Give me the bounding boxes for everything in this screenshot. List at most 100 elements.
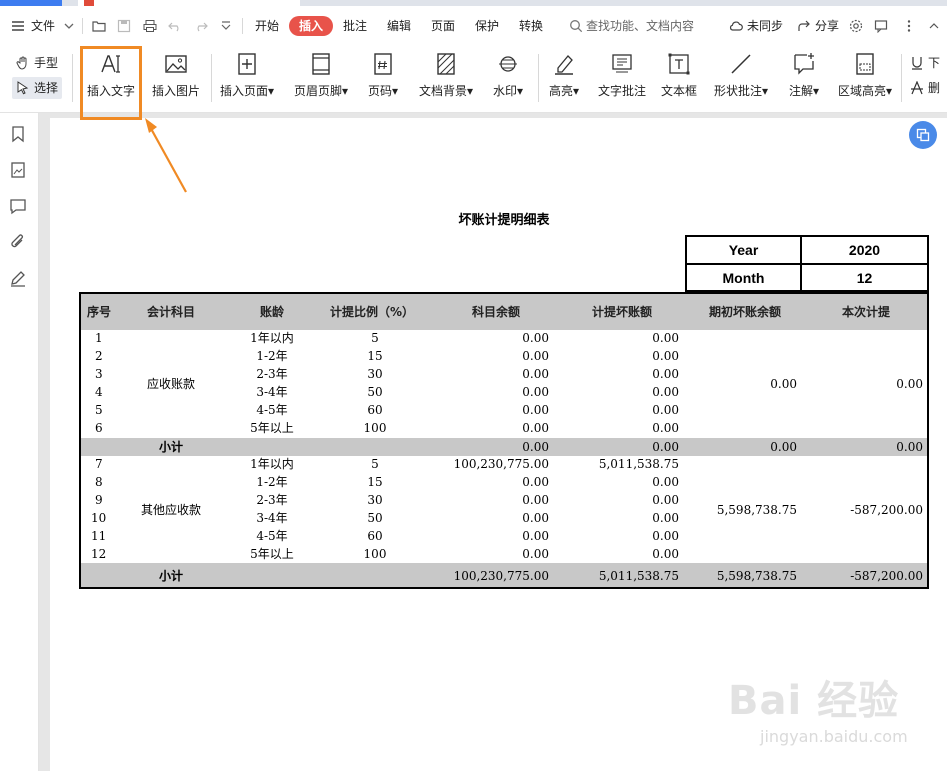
tab-start[interactable]: 开始 xyxy=(255,6,279,46)
row-age: 1年以内 xyxy=(250,457,294,471)
collapse-ribbon-icon[interactable] xyxy=(927,19,941,33)
bookmark-icon[interactable] xyxy=(9,125,27,143)
subtotal-label: 小计 xyxy=(158,440,183,454)
convert-float-button[interactable] xyxy=(909,121,937,149)
signature-icon[interactable] xyxy=(9,269,27,287)
row-balance: 0.00 xyxy=(522,511,549,525)
row-balance: 0.00 xyxy=(522,367,549,381)
row-age: 1-2年 xyxy=(256,475,288,489)
watermark-button[interactable]: 水印▾ xyxy=(486,48,530,104)
page-number-icon xyxy=(374,53,392,75)
share-icon[interactable] xyxy=(797,19,811,33)
more-options-icon[interactable] xyxy=(902,19,916,33)
year-label: Year xyxy=(728,242,759,258)
file-menu[interactable]: 文件 xyxy=(31,6,55,46)
feedback-icon[interactable] xyxy=(874,19,888,33)
area-highlight-button[interactable]: 区域高亮▾ xyxy=(834,48,896,104)
underline-button[interactable]: 下 xyxy=(906,52,940,74)
subtotal-balance: 0.00 xyxy=(522,440,549,454)
text-box-button[interactable]: 文本框 xyxy=(656,48,702,104)
row-no: 9 xyxy=(95,493,103,507)
document-background-button[interactable]: 文档背景▾ xyxy=(414,48,478,104)
month-label: Month xyxy=(722,270,765,286)
row-rate: 100 xyxy=(363,421,387,435)
comment-icon[interactable] xyxy=(9,197,27,215)
col-account: 会计科目 xyxy=(146,305,195,319)
shape-comment-button[interactable]: 形状批注▾ xyxy=(708,48,774,104)
highlighter-icon xyxy=(555,55,573,75)
watermark-label: 水印▾ xyxy=(492,84,524,98)
subtotal-provision: 5,011,538.75 xyxy=(598,569,679,583)
tab-edit[interactable]: 编辑 xyxy=(387,6,411,46)
open-folder-icon[interactable] xyxy=(92,19,106,33)
print-icon[interactable] xyxy=(143,19,157,33)
tab-comment[interactable]: 批注 xyxy=(343,6,367,46)
col-current: 本次计提 xyxy=(841,305,890,319)
table-title: 坏账计提明细表 xyxy=(458,213,550,228)
row-provision: 0.00 xyxy=(652,403,679,417)
settings-gear-icon[interactable] xyxy=(849,19,863,33)
separator xyxy=(901,54,902,102)
subtotal-current: -587,200.00 xyxy=(850,569,923,583)
account-name: 应收账款 xyxy=(146,377,195,391)
text-comment-button[interactable]: 文字批注 xyxy=(592,48,652,104)
page-number-button[interactable]: 页码▾ xyxy=(362,48,404,104)
row-provision: 0.00 xyxy=(652,529,679,543)
row-provision: 0.00 xyxy=(652,367,679,381)
subtotal-label: 小计 xyxy=(158,569,183,583)
col-age: 账龄 xyxy=(259,305,284,319)
select-mode-button[interactable]: 选择 xyxy=(12,77,63,99)
insert-page-button[interactable]: 插入页面▾ xyxy=(216,48,278,104)
search-input[interactable]: 查找功能、文档内容 xyxy=(586,6,694,46)
hand-icon xyxy=(16,56,27,70)
share-button[interactable]: 分享 xyxy=(815,6,839,46)
save-icon[interactable] xyxy=(117,19,131,33)
menu-bar: 文件 开始 插入 批注 编辑 页面 保护 转换 查找功能、文档内容 未同步 分享 xyxy=(0,6,947,46)
thumbnail-icon[interactable] xyxy=(9,161,27,179)
search-icon[interactable] xyxy=(569,19,583,33)
document-background-icon xyxy=(437,53,455,75)
year-month-box: Year 2020 Month 12 xyxy=(685,235,929,292)
line-shape-icon xyxy=(731,54,751,74)
row-no: 4 xyxy=(95,385,103,399)
subtotal-balance: 100,230,775.00 xyxy=(453,569,549,583)
row-balance: 0.00 xyxy=(522,403,549,417)
insert-image-button[interactable]: 插入图片 xyxy=(146,48,206,104)
undo-icon[interactable] xyxy=(168,19,182,33)
chevron-down-icon[interactable] xyxy=(62,19,76,33)
annotation-button[interactable]: 注解▾ xyxy=(782,48,826,104)
row-no: 5 xyxy=(95,403,103,417)
strikethrough-icon xyxy=(911,81,923,95)
image-icon xyxy=(165,55,187,73)
row-age: 1-2年 xyxy=(256,349,288,363)
strikethrough-button[interactable]: 删 xyxy=(906,77,940,99)
left-sidebar xyxy=(0,113,39,771)
insert-page-icon xyxy=(238,53,256,75)
row-no: 12 xyxy=(91,547,107,561)
bad-debt-table: 序号 会计科目 账龄 计提比例（%） 科目余额 计提坏账额 期初坏账余额 本次计… xyxy=(79,292,929,589)
underline-label: 下 xyxy=(928,56,941,70)
annotation-label: 注解▾ xyxy=(788,84,820,98)
row-age: 3-4年 xyxy=(256,511,288,525)
tab-insert[interactable]: 插入 xyxy=(289,16,334,36)
redo-icon[interactable] xyxy=(194,19,208,33)
separator xyxy=(72,54,73,102)
attachment-icon[interactable] xyxy=(9,233,27,251)
sync-status[interactable]: 未同步 xyxy=(747,6,783,46)
row-no: 8 xyxy=(95,475,103,489)
row-rate: 60 xyxy=(367,529,383,543)
row-provision: 0.00 xyxy=(652,547,679,561)
tab-page[interactable]: 页面 xyxy=(431,6,455,46)
more-dropdown-icon[interactable] xyxy=(219,19,233,33)
hamburger-menu-icon[interactable] xyxy=(11,19,25,33)
header-footer-button[interactable]: 页眉页脚▾ xyxy=(290,48,352,104)
hand-mode-button[interactable]: 手型 xyxy=(12,52,58,74)
cloud-sync-icon[interactable] xyxy=(729,19,743,33)
tab-protect[interactable]: 保护 xyxy=(475,6,499,46)
document-background-label: 文档背景▾ xyxy=(418,84,474,98)
year-value: 2020 xyxy=(848,242,881,258)
subtotal-current: 0.00 xyxy=(896,440,923,454)
highlight-button[interactable]: 高亮▾ xyxy=(542,48,586,104)
tab-convert[interactable]: 转换 xyxy=(519,6,543,46)
strikethrough-label: 删 xyxy=(928,81,941,95)
